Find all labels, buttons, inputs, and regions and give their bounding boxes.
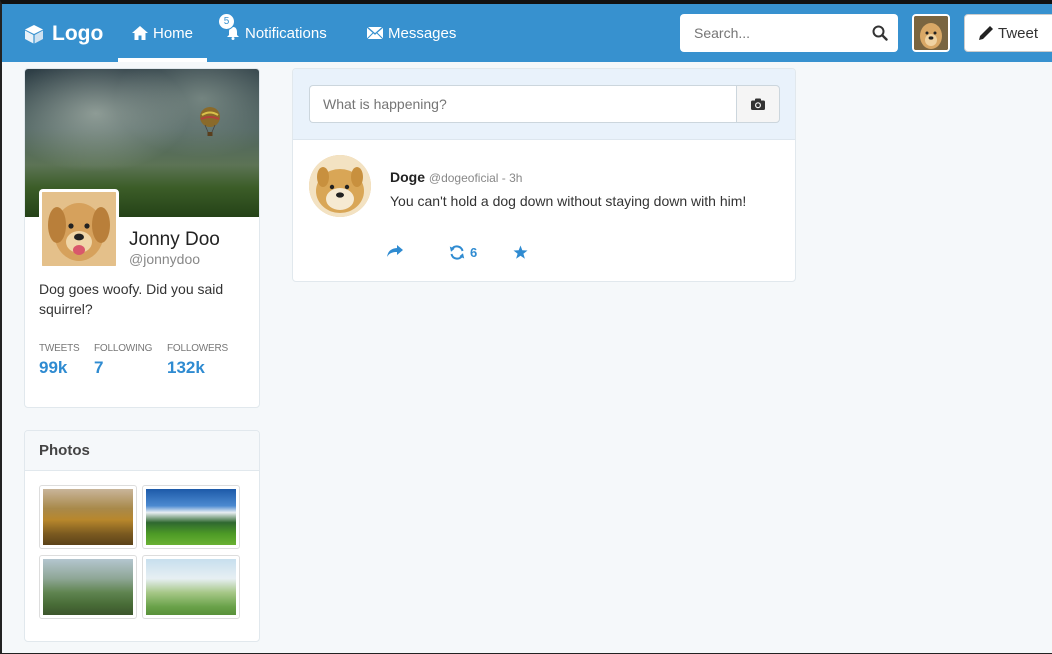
search-input[interactable]: [680, 15, 860, 51]
stat-tweets[interactable]: TWEETS 99k: [39, 343, 80, 378]
dog-avatar-icon: [914, 16, 948, 50]
nav-home[interactable]: Home: [118, 4, 208, 62]
tweet-header: Doge @dogeoficial - 3h: [390, 169, 522, 185]
valley-dog-image: [43, 559, 133, 615]
camera-icon: [751, 98, 765, 110]
tweet-author-handle[interactable]: @dogeoficial: [429, 171, 499, 185]
stat-followers-label: FOLLOWERS: [167, 343, 228, 354]
envelope-icon: [367, 27, 383, 39]
tweet-timestamp[interactable]: 3h: [509, 171, 522, 185]
profile-avatar[interactable]: [39, 189, 119, 269]
photos-title: Photos: [39, 442, 90, 459]
cube-icon: [25, 25, 43, 44]
pencil-icon: [979, 26, 993, 40]
nav-messages-label: Messages: [388, 24, 457, 42]
stat-followers-value: 132k: [167, 358, 205, 377]
retweet-count: 6: [470, 245, 478, 260]
share-arrow-icon: [387, 245, 403, 257]
feed-card: Doge @dogeoficial - 3h You can't hold a …: [292, 68, 796, 282]
tweet-text: You can't hold a dog down without stayin…: [390, 193, 747, 209]
profile-name[interactable]: Jonny Doo: [129, 229, 220, 251]
photos-card: Photos: [24, 430, 260, 642]
lake-landscape-image: [146, 489, 236, 545]
top-navbar: Logo Home 5 Notifications Messages Searc…: [2, 4, 1052, 62]
stat-following[interactable]: FOLLOWING 7: [94, 343, 152, 378]
star-icon: [513, 245, 528, 259]
nav-notifications-label: Notifications: [245, 24, 327, 42]
search-icon[interactable]: [872, 25, 888, 41]
tweet-button-label: Tweet: [998, 24, 1039, 42]
photo-thumbnail[interactable]: [142, 555, 240, 619]
brand-text: Logo: [52, 22, 104, 45]
meadow-dog-image: [146, 559, 236, 615]
photos-header: Photos: [25, 431, 259, 471]
nav-notifications[interactable]: 5 Notifications: [218, 4, 327, 62]
stat-tweets-label: TWEETS: [39, 343, 80, 354]
tweet-author-name[interactable]: Doge: [390, 169, 425, 185]
compose-input[interactable]: [309, 85, 737, 123]
nav-home-label: Home: [153, 24, 194, 42]
stat-following-label: FOLLOWING: [94, 343, 153, 354]
compose-area: [293, 69, 795, 140]
photo-thumbnail[interactable]: [39, 485, 137, 549]
doge-avatar-icon: [309, 155, 371, 217]
stat-followers[interactable]: FOLLOWERS 132k: [167, 343, 228, 378]
profile-bio: Dog goes woofy. Did you said squirrel?: [39, 281, 224, 317]
profile-card: Jonny Doo @jonnydoo Dog goes woofy. Did …: [24, 68, 260, 408]
photo-thumbnail[interactable]: [39, 555, 137, 619]
brand-logo[interactable]: Logo: [24, 20, 103, 48]
favorite-button[interactable]: [513, 245, 528, 260]
search-box: [680, 14, 898, 52]
tweet-button[interactable]: Tweet: [964, 14, 1052, 52]
hot-air-balloon-graphic: [200, 107, 220, 136]
profile-handle[interactable]: @jonnydoo: [129, 251, 200, 267]
retweet-icon: [449, 245, 465, 260]
mountain-landscape-image: [43, 489, 133, 545]
reply-button[interactable]: [387, 245, 403, 257]
tweet-author-avatar[interactable]: [309, 155, 371, 217]
user-avatar[interactable]: [912, 14, 950, 52]
notification-count-badge: 5: [218, 13, 235, 30]
home-icon: [132, 26, 148, 40]
stat-following-value: 7: [94, 358, 104, 377]
attach-photo-button[interactable]: [736, 85, 780, 123]
stat-tweets-value: 99k: [39, 358, 68, 377]
photo-thumbnail[interactable]: [142, 485, 240, 549]
nav-messages[interactable]: Messages: [367, 4, 456, 62]
retweet-button[interactable]: 6: [449, 245, 477, 260]
tweet-meta-separator: -: [498, 171, 510, 185]
dog-photo-icon: [42, 192, 116, 266]
